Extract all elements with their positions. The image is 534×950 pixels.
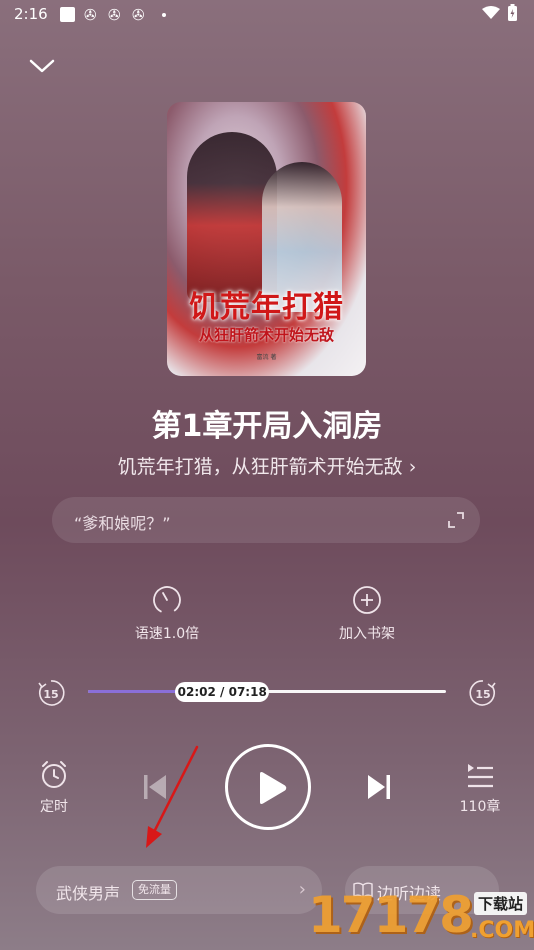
progress-played [88, 690, 189, 693]
chapters-label: 110章 [459, 799, 501, 815]
watermark-logo: 17178 [308, 886, 474, 944]
watermark-tag: 下载站 [474, 892, 528, 915]
rewind-15-icon[interactable]: 15 [36, 678, 66, 708]
quote-text: “爹和娘呢？” [74, 514, 171, 533]
speed-gauge-icon [153, 586, 181, 614]
chapter-title: 第1章开局入洞房 [151, 409, 383, 444]
watermark-domain: .COM [470, 918, 534, 943]
previous-track-icon[interactable] [142, 772, 168, 802]
speed-label: 语速1.0倍 [134, 626, 200, 642]
chapter-list-button[interactable]: 110章 [440, 762, 520, 816]
progress-thumb[interactable]: 02:02 / 07:18 [175, 682, 270, 702]
voice-selector-button[interactable]: 武侠男声 免流量 › [36, 866, 322, 914]
app-notification-icon: ✇ [108, 6, 121, 24]
timer-button[interactable]: 定时 [14, 760, 94, 816]
rewind-seconds: 15 [43, 688, 58, 701]
forward-15-icon[interactable]: 15 [468, 678, 498, 708]
cover-subtitle: 从狂肝箭术开始无敌 [198, 326, 334, 344]
status-time: 2:16 [14, 5, 48, 23]
wifi-icon [482, 6, 500, 19]
add-circle-icon [353, 586, 381, 614]
collapse-chevron-icon[interactable] [28, 56, 56, 76]
cover-title: 饥荒年打猎 [189, 290, 344, 325]
battery-icon [508, 4, 517, 21]
chevron-right-icon: › [298, 879, 306, 900]
add-shelf-label: 加入书架 [339, 626, 395, 642]
speed-button[interactable]: 语速1.0倍 [107, 585, 227, 643]
playlist-icon [468, 764, 493, 788]
app-notification-icon: ✇ [84, 6, 97, 24]
notification-icon [60, 7, 75, 22]
cover-author: 富流 著 [256, 354, 277, 361]
quote-box[interactable]: “爹和娘呢？” [52, 497, 480, 543]
book-cover: 饥荒年打猎 从狂肝箭术开始无敌 富流 著 [167, 102, 366, 376]
app-notification-icon: ✇ [132, 6, 145, 24]
book-title-link[interactable]: 饥荒年打猎，从狂肝箭术开始无敌 › [0, 452, 534, 479]
play-button[interactable] [225, 744, 311, 830]
play-icon [260, 772, 287, 804]
next-track-icon[interactable] [366, 772, 392, 802]
alarm-clock-icon [42, 761, 66, 788]
voice-label: 武侠男声 [56, 884, 121, 903]
free-data-badge: 免流量 [132, 880, 177, 900]
expand-icon[interactable] [446, 510, 466, 530]
more-notifications-icon [162, 13, 166, 17]
status-bar: 2:16 ✇ ✇ ✇ [0, 0, 534, 28]
forward-seconds: 15 [475, 688, 490, 701]
add-to-shelf-button[interactable]: 加入书架 [307, 585, 427, 643]
timer-label: 定时 [40, 799, 68, 815]
